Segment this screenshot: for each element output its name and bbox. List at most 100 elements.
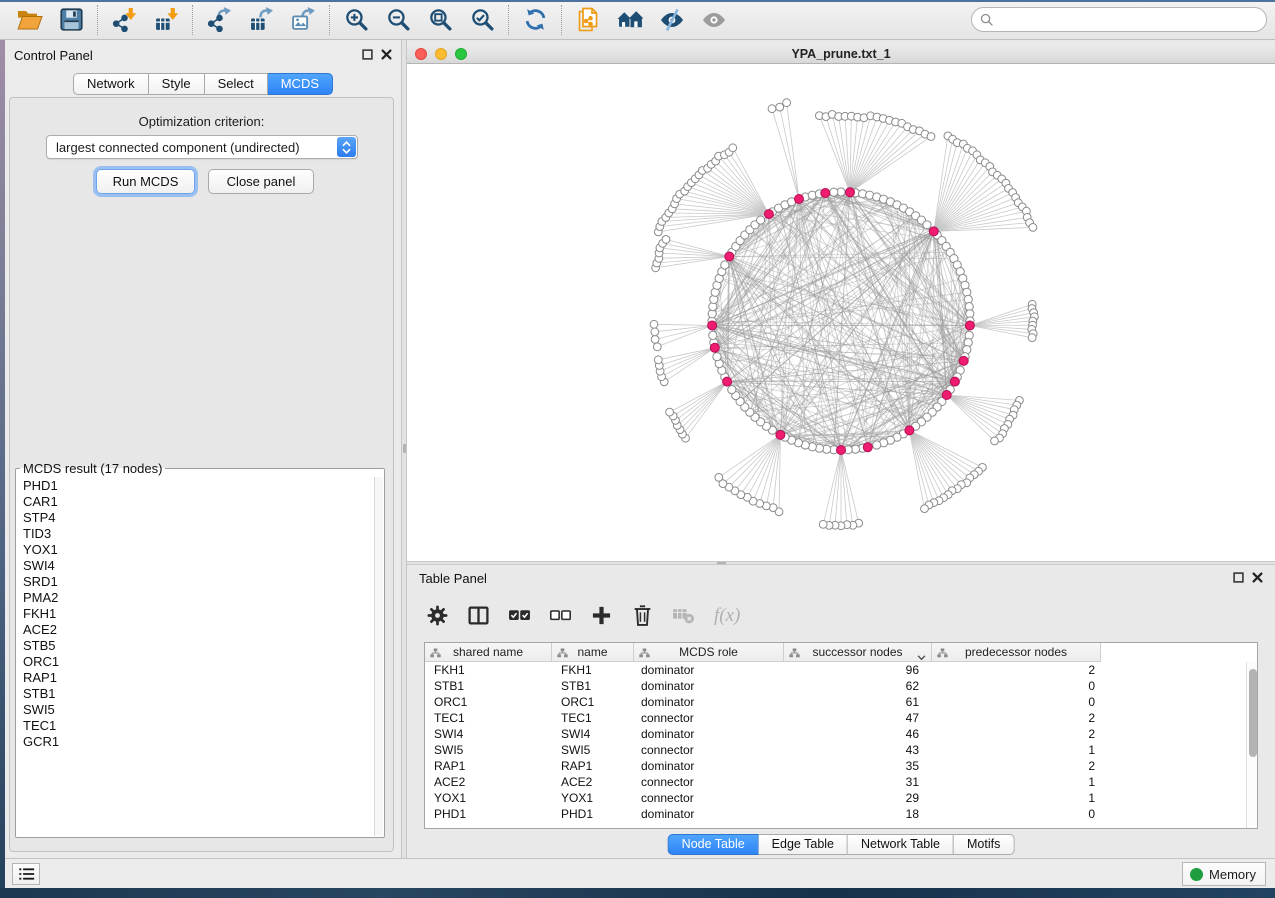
column-header-name[interactable]: name — [552, 643, 634, 662]
satellite-node[interactable] — [729, 144, 737, 152]
search-input[interactable] — [993, 9, 1266, 30]
mcds-result-item[interactable]: ACE2 — [23, 622, 374, 638]
gear-button[interactable] — [425, 603, 449, 627]
deselect-all-checks-button[interactable] — [548, 603, 572, 627]
mcds-hub-node[interactable] — [905, 426, 914, 435]
satellite-node[interactable] — [662, 236, 670, 244]
float-panel-icon[interactable] — [360, 47, 374, 61]
table-row[interactable]: FKH1FKH1dominator962 — [425, 662, 1257, 678]
network-node[interactable] — [923, 221, 931, 229]
table-row[interactable]: STB1STB1dominator620 — [425, 678, 1257, 694]
network-canvas[interactable] — [407, 64, 1275, 561]
run-mcds-button[interactable]: Run MCDS — [96, 169, 195, 194]
satellite-node[interactable] — [653, 343, 661, 351]
refresh-layout-button[interactable] — [514, 3, 556, 37]
table-row[interactable]: ORC1ORC1dominator610 — [425, 694, 1257, 710]
mcds-result-item[interactable]: CAR1 — [23, 494, 374, 510]
satellite-node[interactable] — [783, 99, 791, 107]
mcds-result-item[interactable]: STP4 — [23, 510, 374, 526]
mcds-list-scrollbar[interactable] — [374, 477, 383, 836]
export-table-button[interactable] — [240, 3, 282, 37]
mcds-hub-node[interactable] — [708, 321, 717, 330]
mcds-result-list[interactable]: PHD1CAR1STP4TID3YOX1SWI4SRD1PMA2FKH1ACE2… — [16, 476, 374, 835]
table-row[interactable]: TEC1TEC1connector472 — [425, 710, 1257, 726]
mcds-result-item[interactable]: SWI4 — [23, 558, 374, 574]
network-node[interactable] — [757, 216, 765, 224]
mcds-result-item[interactable]: TID3 — [23, 526, 374, 542]
mcds-hub-node[interactable] — [929, 227, 938, 236]
tab-mcds[interactable]: MCDS — [268, 73, 333, 95]
table-scrollbar[interactable] — [1246, 662, 1257, 828]
satellite-node[interactable] — [1028, 334, 1036, 342]
satellite-node[interactable] — [927, 133, 935, 141]
table-row[interactable]: YOX1YOX1connector291 — [425, 790, 1257, 806]
zoom-selected-button[interactable] — [461, 3, 503, 37]
add-column-button[interactable] — [589, 603, 613, 627]
network-node[interactable] — [830, 188, 838, 196]
tab-motifs[interactable]: Motifs — [954, 834, 1014, 855]
network-node[interactable] — [713, 353, 721, 361]
table-row[interactable]: PHD1PHD1dominator180 — [425, 806, 1257, 822]
mcds-result-item[interactable]: FKH1 — [23, 606, 374, 622]
mcds-result-item[interactable]: SWI5 — [23, 702, 374, 718]
mcds-result-item[interactable]: STB5 — [23, 638, 374, 654]
satellite-node[interactable] — [651, 328, 659, 336]
network-node[interactable] — [709, 331, 717, 339]
show-panels-button[interactable] — [12, 863, 40, 885]
mcds-result-item[interactable]: STB1 — [23, 686, 374, 702]
column-header-MCDS-role[interactable]: MCDS role — [634, 643, 784, 662]
optimization-criterion-select[interactable]: largest connected component (undirected) — [46, 135, 358, 159]
mcds-result-item[interactable]: YOX1 — [23, 542, 374, 558]
network-node[interactable] — [721, 261, 729, 269]
column-header-predecessor-nodes[interactable]: predecessor nodes — [932, 643, 1101, 662]
mcds-result-item[interactable]: RAP1 — [23, 670, 374, 686]
table-row[interactable]: SWI5SWI5connector431 — [425, 742, 1257, 758]
close-panel-icon[interactable] — [379, 47, 393, 61]
satellite-node[interactable] — [1029, 224, 1037, 232]
mcds-result-item[interactable]: ORC1 — [23, 654, 374, 670]
satellite-node[interactable] — [921, 505, 929, 513]
table-row[interactable]: SWI4SWI4dominator462 — [425, 726, 1257, 742]
tab-select[interactable]: Select — [205, 73, 268, 95]
network-node[interactable] — [728, 386, 736, 394]
mcds-hub-node[interactable] — [764, 210, 773, 219]
mcds-result-item[interactable]: GCR1 — [23, 734, 374, 750]
delete-column-button[interactable] — [630, 603, 654, 627]
select-all-checks-button[interactable] — [507, 603, 531, 627]
mcds-result-item[interactable]: TEC1 — [23, 718, 374, 734]
satellite-node[interactable] — [650, 320, 658, 328]
mcds-hub-node[interactable] — [776, 430, 785, 439]
satellite-node[interactable] — [654, 356, 662, 364]
memory-button[interactable]: Memory — [1182, 862, 1266, 886]
column-header-shared-name[interactable]: shared name — [425, 643, 552, 662]
mcds-hub-node[interactable] — [846, 188, 855, 197]
mcds-hub-node[interactable] — [723, 377, 732, 386]
open-file-button[interactable] — [8, 3, 50, 37]
hide-details-button[interactable] — [651, 3, 693, 37]
home-networks-button[interactable] — [609, 3, 651, 37]
import-table-button[interactable] — [145, 3, 187, 37]
zoom-fit-button[interactable] — [419, 3, 461, 37]
mcds-hub-node[interactable] — [950, 377, 959, 386]
satellite-node[interactable] — [651, 336, 659, 344]
satellite-node[interactable] — [768, 105, 776, 113]
export-image-button[interactable] — [282, 3, 324, 37]
tab-network[interactable]: Network — [73, 73, 149, 95]
mcds-hub-node[interactable] — [725, 252, 734, 261]
mcds-result-item[interactable]: PMA2 — [23, 590, 374, 606]
mcds-hub-node[interactable] — [710, 343, 719, 352]
tab-style[interactable]: Style — [149, 73, 205, 95]
satellite-node[interactable] — [991, 437, 999, 445]
float-panel-icon[interactable] — [1231, 570, 1245, 584]
satellite-node[interactable] — [776, 103, 784, 111]
import-network-button[interactable] — [103, 3, 145, 37]
satellite-node[interactable] — [666, 408, 674, 416]
show-details-button[interactable] — [693, 3, 735, 37]
mcds-hub-node[interactable] — [837, 446, 846, 455]
tab-edge-table[interactable]: Edge Table — [759, 834, 848, 855]
zoom-out-button[interactable] — [377, 3, 419, 37]
scrollbar-thumb[interactable] — [1249, 669, 1257, 757]
table-row[interactable]: RAP1RAP1dominator352 — [425, 758, 1257, 774]
export-network-button[interactable] — [198, 3, 240, 37]
save-session-button[interactable] — [50, 3, 92, 37]
